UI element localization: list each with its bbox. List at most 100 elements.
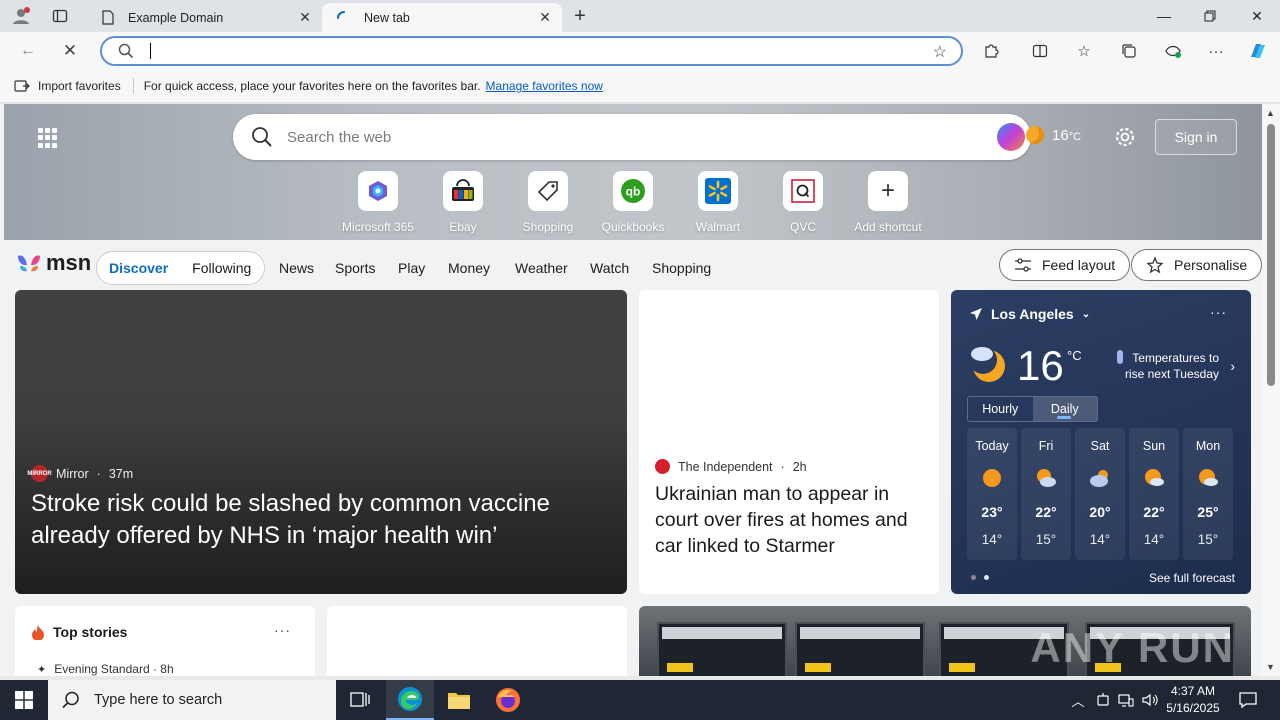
close-window-icon[interactable]: ✕ [1234,0,1280,32]
tab-new-tab[interactable]: New tab ✕ [322,3,562,32]
weather-location[interactable]: Los Angeles ⌄ [969,306,1090,322]
network-icon[interactable] [1116,680,1136,720]
forecast-day[interactable]: Mon 25° 15° [1183,428,1233,560]
chevron-up-icon[interactable]: ︿ [1068,680,1088,720]
source-name: Evening Standard [54,662,150,676]
more-options-icon[interactable]: ··· [1210,304,1227,320]
story-card-independent[interactable]: The Independent · 2h Ukrainian man to ap… [639,290,939,594]
copilot-search-icon[interactable] [997,123,1025,151]
profile-icon[interactable] [10,6,32,26]
personalise-button[interactable]: Personalise [1131,249,1262,281]
split-screen-icon[interactable] [1028,40,1052,62]
tab-following[interactable]: Following [192,260,251,276]
extensions-icon[interactable] [979,40,1003,62]
back-icon[interactable]: ← [14,38,42,64]
shortcut-microsoft365[interactable]: Microsoft 365 [338,171,418,234]
favorite-star-icon[interactable]: ☆ [933,42,947,62]
copilot-icon[interactable] [1246,40,1270,62]
nav-play[interactable]: Play [398,260,425,276]
minimize-icon[interactable]: — [1141,0,1187,32]
shortcut-shopping[interactable]: Shopping [508,171,588,234]
forecast-day[interactable]: Sun 22° 14° [1129,428,1179,560]
vertical-scrollbar[interactable]: ▲ ▼ [1262,104,1280,676]
shortcut-walmart[interactable]: Walmart [678,171,758,234]
tab-example-domain[interactable]: Example Domain ✕ [86,3,322,32]
app-launcher-icon[interactable] [38,128,58,148]
notification-center-icon[interactable] [1228,680,1268,720]
task-view-icon[interactable] [336,680,384,720]
top-stories-title: Top stories [31,624,127,640]
tab-close-icon[interactable]: ✕ [296,9,314,26]
see-full-forecast-link[interactable]: See full forecast [1149,571,1235,585]
nav-news[interactable]: News [279,260,314,276]
carousel-dots[interactable] [971,575,989,580]
more-menu-icon[interactable]: ··· [1204,40,1228,62]
scroll-thumb[interactable] [1267,124,1275,386]
forecast-day[interactable]: Sat 20° 14° [1075,428,1125,560]
scroll-down-arrow-icon[interactable]: ▼ [1266,662,1275,672]
tab-title: Example Domain [128,10,224,25]
more-options-icon[interactable]: ··· [274,622,291,638]
tab-close-icon[interactable]: ✕ [536,9,554,26]
stop-loading-icon[interactable]: ✕ [56,38,84,64]
forecast-day[interactable]: Fri 22° 15° [1021,428,1071,560]
story-card-main[interactable]: MIRROR Mirror · 37m Stroke risk could be… [15,290,627,594]
nav-sports[interactable]: Sports [335,260,375,276]
nav-watch[interactable]: Watch [590,260,629,276]
web-search-input[interactable] [287,126,967,148]
address-bar[interactable]: ☆ [100,36,963,66]
restore-icon[interactable] [1187,0,1233,32]
start-button[interactable] [0,680,48,720]
performance-icon[interactable] [1161,40,1185,62]
current-temp: 16 [1017,342,1064,389]
evening-standard-icon: ✦ [37,663,47,676]
partly-cloudy-icon [1037,469,1056,487]
scroll-up-arrow-icon[interactable]: ▲ [1266,108,1275,118]
nav-weather[interactable]: Weather [515,260,568,276]
story-card-loading[interactable] [327,606,627,676]
favorites-icon[interactable]: ☆ [1072,40,1096,62]
file-explorer-icon[interactable] [435,680,483,720]
header-weather[interactable]: 16°C [1026,126,1081,144]
tab-daily[interactable]: Daily [1032,397,1097,421]
day-high: 25° [1197,504,1219,520]
weather-card[interactable]: Los Angeles ⌄ ··· 16 °C Temperatures to … [951,290,1251,594]
tab-discover[interactable]: Discover [109,260,168,276]
story-card-image[interactable]: ANY RUN [639,606,1251,676]
header-temp-unit: °C [1068,130,1082,143]
edge-taskbar-icon[interactable] [386,680,434,720]
shortcut-add[interactable]: + Add shortcut [848,171,928,234]
nav-money[interactable]: Money [448,260,490,276]
tray-device-icon[interactable] [1094,680,1112,720]
story-source: MIRROR Mirror · 37m [27,465,133,482]
feed-layout-button[interactable]: Feed layout [999,249,1131,281]
shortcut-ebay[interactable]: Ebay [423,171,503,234]
volume-icon[interactable] [1140,680,1160,720]
taskbar-clock[interactable]: 4:37 AM 5/16/2025 [1160,683,1226,717]
personalise-label: Personalise [1174,257,1248,273]
taskbar-search-box[interactable]: Type here to search [48,680,336,720]
web-search-box[interactable] [233,114,1031,160]
nav-shopping[interactable]: Shopping [652,260,711,276]
tag-icon [528,171,568,211]
top-stories-card[interactable]: Top stories ··· ✦ Evening Standard · 8h [15,606,315,676]
story-headline[interactable]: Ukrainian man to appear in court over fi… [655,481,927,559]
sign-in-button[interactable]: Sign in [1155,119,1237,155]
settings-gear-icon[interactable] [1114,126,1136,154]
msn-logo[interactable]: msn [16,250,91,276]
loading-icon [336,10,352,26]
tab-actions-icon[interactable] [49,6,71,26]
collections-icon[interactable] [1117,40,1141,62]
firefox-icon[interactable] [484,680,532,720]
tab-hourly[interactable]: Hourly [968,397,1033,421]
new-tab-page: 16°C Sign in Microsoft 365 Ebay Shopping [0,104,1262,676]
shortcut-quickbooks[interactable]: qb Quickbooks [593,171,673,234]
weather-note[interactable]: Temperatures to rise next Tuesday [1117,350,1237,382]
manage-favorites-link[interactable]: Manage favorites now [486,79,603,93]
new-tab-icon[interactable]: + [569,5,591,27]
shortcut-qvc[interactable]: QVC [763,171,843,234]
forecast-day[interactable]: Today 23° 14° [967,428,1017,560]
import-favorites-button[interactable]: Import favorites [14,79,121,93]
story-headline[interactable]: Stroke risk could be slashed by common v… [31,488,611,552]
chevron-right-icon[interactable]: › [1230,358,1235,374]
